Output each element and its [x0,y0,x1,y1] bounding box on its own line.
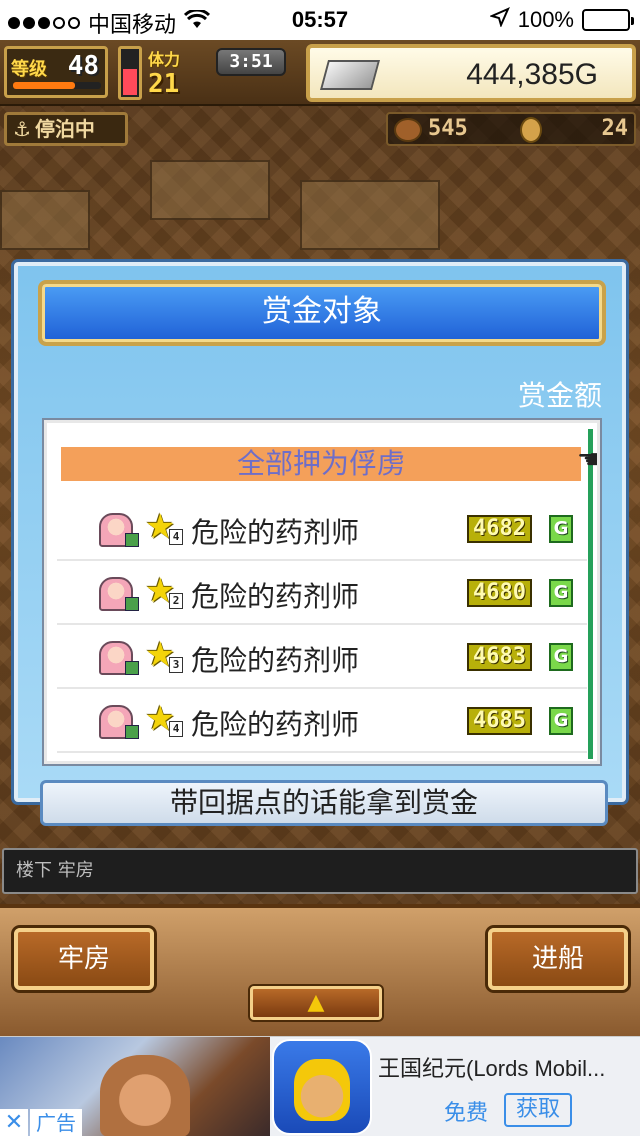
level-value: 48 [67,51,99,81]
pharmacist-avatar-icon [99,513,139,547]
expand-menu-button[interactable]: ▲ [250,986,382,1020]
coins-value: 24 [601,116,629,141]
app-icon [272,1039,372,1135]
star-level: 4 [169,529,183,545]
gold-display: 444,385G [306,44,636,102]
silver-ingot-icon [319,60,381,90]
top-hud: 等级 48 体力 21 3:51 444,385G [0,40,640,106]
resources: 545 24 [386,112,636,146]
ad-banner[interactable]: ✕ 广告 王国纪元(Lords Mobil... 免费 获取 [0,1036,640,1136]
star-level: 3 [169,657,183,673]
bounty-name: 危险的药剂师 [191,708,360,741]
bounty-amount-header: 赏金额 [517,379,602,412]
food-value: 545 [428,116,468,141]
ad-price: 免费 [444,1101,489,1126]
close-icon[interactable]: ✕ [0,1109,28,1136]
level-progress-bar [13,82,101,89]
ad-label: 广告 [30,1109,82,1136]
warrior-face-image [100,1055,190,1136]
bounty-modal: 赏金对象 赏金额 全部押为俘虏 ☚ ★ 4 危险的药剂师 4682 G ★ 2 … [14,262,626,826]
enter-ship-button[interactable]: 进船 [488,928,628,990]
background-furniture [150,160,270,220]
pointing-hand-icon: ☚ [577,445,600,475]
get-button[interactable]: 获取 [504,1093,572,1127]
gold-value: 444,385G [466,58,598,91]
ad-title: 王国纪元(Lords Mobil... [378,1056,606,1081]
coin-icon [520,117,542,143]
bounty-amount: 4680 [467,579,532,607]
up-arrow-icon: ▲ [307,990,325,1015]
battery-percent: 100% [517,7,574,32]
bounty-name: 危险的药剂师 [191,516,360,549]
bottom-panel: 牢房 进船 ▲ [0,904,640,1036]
bounty-amount: 4683 [467,643,532,671]
list-scrollbar[interactable] [588,429,593,759]
level-progress-fill [13,82,75,89]
location-arrow-icon [488,7,510,33]
moored-label: 停泊中 [34,117,95,141]
bounty-row[interactable]: ★ 4 危险的药剂师 4685 G [57,691,587,753]
background-furniture [0,190,90,250]
bounty-name: 危险的药剂师 [191,644,360,677]
moored-status[interactable]: ⚓ 停泊中 [4,112,128,146]
anchor-icon: ⚓ [13,117,31,141]
pharmacist-avatar-icon [99,577,139,611]
game-screen: 等级 48 体力 21 3:51 444,385G ⚓ 停泊中 545 24 赏金… [0,40,640,1036]
food-icon [394,118,422,142]
bounty-amount: 4685 [467,707,532,735]
bounty-row[interactable]: ★ 3 危险的药剂师 4683 G [57,627,587,689]
jail-button[interactable]: 牢房 [14,928,154,990]
player-level: 等级 48 [4,46,108,98]
bounty-name: 危险的药剂师 [191,580,360,613]
bounty-list: 全部押为俘虏 ☚ ★ 4 危险的药剂师 4682 G ★ 2 危险的药剂师 46… [44,420,600,764]
location-label: 楼下 牢房 [2,848,638,894]
bounty-amount: 4682 [467,515,532,543]
gold-unit-icon: G [549,643,573,671]
background-furniture [300,180,440,250]
battery-icon [582,9,634,31]
status-bar: 中国移动 05:57 100% [0,0,640,40]
gold-unit-icon: G [549,579,573,607]
capture-all-button[interactable]: 全部押为俘虏 [61,447,581,481]
star-level: 4 [169,721,183,737]
gold-unit-icon: G [549,707,573,735]
bounty-row[interactable]: ★ 2 危险的药剂师 4680 G [57,563,587,625]
status-right: 100% [488,7,634,33]
stamina-value: 21 [148,69,180,99]
star-level: 2 [169,593,183,609]
stamina-label: 体力 [148,50,181,69]
stamina-gauge [118,46,142,100]
stamina-timer: 3:51 [216,48,286,76]
pharmacist-avatar-icon [99,641,139,675]
bounty-row[interactable]: ★ 4 危险的药剂师 4682 G [57,499,587,561]
stamina-gauge-fill [123,68,137,95]
stamina: 体力 21 [148,46,212,100]
modal-title: 赏金对象 [38,280,606,346]
gold-unit-icon: G [549,515,573,543]
pharmacist-avatar-icon [99,705,139,739]
secondary-hud: ⚓ 停泊中 545 24 [0,108,640,148]
bounty-hint: 带回据点的话能拿到赏金 [40,780,608,826]
level-label: 等级 [11,59,47,80]
